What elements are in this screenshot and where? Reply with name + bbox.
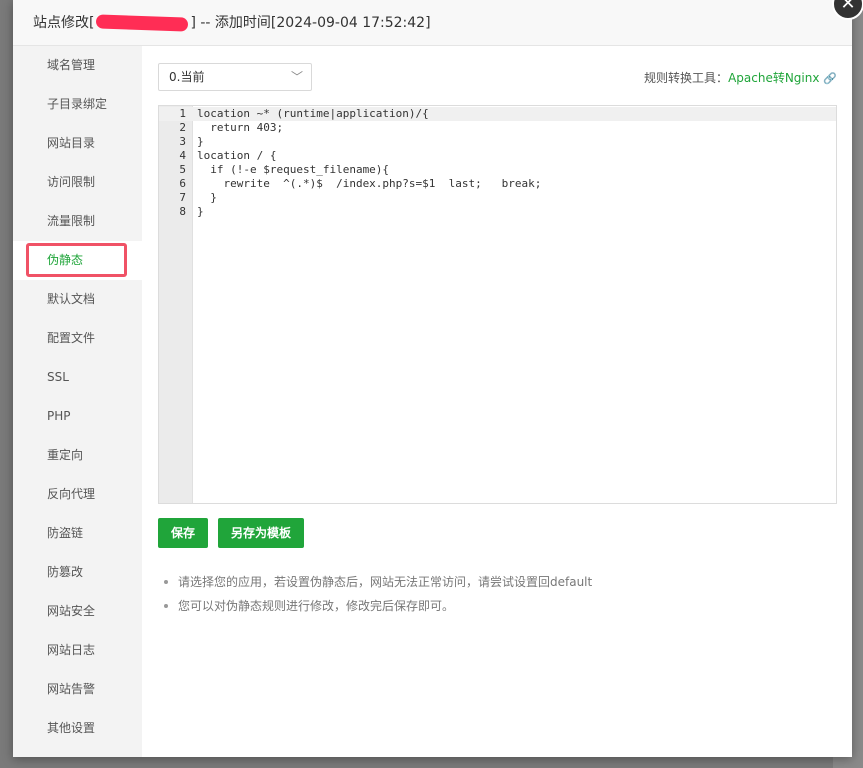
line-number: 1 xyxy=(179,107,186,120)
code-line: 2 return 403; xyxy=(159,121,836,135)
line-number: 7 xyxy=(179,191,186,204)
sidebar-item[interactable]: 子目录绑定 xyxy=(13,85,142,124)
dialog-title-prefix: 站点修改[ xyxy=(33,15,95,31)
sidebar-item[interactable]: 防篡改 xyxy=(13,553,142,592)
code-text: location / { xyxy=(197,149,277,162)
sidebar-item[interactable]: SSL xyxy=(13,358,142,397)
code-line: 5 if (!-e $request_filename){ xyxy=(159,163,836,177)
sidebar-item[interactable]: 域名管理 xyxy=(13,46,142,85)
rewrite-panel: 0.当前 ﹀ 规则转换工具：Apache转Nginx 🔗 1 location ~… xyxy=(158,46,837,757)
sidebar-item[interactable]: 网站目录 xyxy=(13,124,142,163)
site-edit-dialog: 站点修改[] -- 添加时间[2024-09-04 17:52:42] ✕ 域名… xyxy=(13,0,863,757)
link-icon: 🔗 xyxy=(823,72,837,85)
sidebar-item[interactable]: 重定向 xyxy=(13,436,142,475)
tip-item: 您可以对伪静态规则进行修改，修改完后保存即可。 xyxy=(164,594,592,618)
line-number: 5 xyxy=(179,163,186,176)
code-text: location ~* (runtime|application)/{ xyxy=(197,107,429,120)
sidebar-item[interactable]: 网站告警 xyxy=(13,670,142,709)
line-number: 8 xyxy=(179,205,186,218)
code-editor[interactable]: 1 location ~* (runtime|application)/{2 re… xyxy=(158,105,837,504)
sidebar-item[interactable]: PHP xyxy=(13,397,142,436)
line-number: 4 xyxy=(179,149,186,162)
redacted-domain xyxy=(96,14,189,32)
dialog-title-suffix: ] -- 添加时间[2024-09-04 17:52:42] xyxy=(190,15,431,31)
code-line: 3} xyxy=(159,135,836,149)
tool-label: 规则转换工具： xyxy=(644,71,729,85)
sidebar-item[interactable]: 伪静态 xyxy=(13,241,142,280)
code-line: 7 } xyxy=(159,191,836,205)
line-number: 3 xyxy=(179,135,186,148)
tips-list: 请选择您的应用，若设置伪静态后，网站无法正常访问，请尝试设置回default 您可… xyxy=(164,570,592,618)
line-number: 6 xyxy=(179,177,186,190)
rewrite-template-value: 0.当前 xyxy=(169,70,205,84)
save-button[interactable]: 保存 xyxy=(158,518,208,548)
settings-sidebar: 域名管理 子目录绑定 网站目录 访问限制 流量限制 伪静态 默认文档 配置文件 SSL PHP 重定… xyxy=(13,46,142,757)
chevron-down-icon: ﹀ xyxy=(290,70,303,84)
code-line: 8} xyxy=(159,205,836,219)
code-text: } xyxy=(197,191,217,204)
sidebar-item[interactable]: 网站安全 xyxy=(13,592,142,631)
code-text: rewrite ^(.*)$ /index.php?s=$1 last; bre… xyxy=(197,177,542,190)
sidebar-item[interactable]: 配置文件 xyxy=(13,319,142,358)
code-text: if (!-e $request_filename){ xyxy=(197,163,390,176)
code-line: 6 rewrite ^(.*)$ /index.php?s=$1 last; b… xyxy=(159,177,836,191)
apache-to-nginx-link[interactable]: Apache转Nginx xyxy=(728,71,819,85)
code-text: return 403; xyxy=(197,121,284,134)
sidebar-item[interactable]: 防盗链 xyxy=(13,514,142,553)
dialog-title: 站点修改[ ] -- 添加时间[2024-09-04 17:52:42] xyxy=(13,0,852,46)
sidebar-item[interactable]: 默认文档 xyxy=(13,280,142,319)
line-number: 2 xyxy=(179,121,186,134)
code-text: } xyxy=(197,205,204,218)
tip-item: 请选择您的应用，若设置伪静态后，网站无法正常访问，请尝试设置回default xyxy=(164,570,592,594)
save-as-template-button[interactable]: 另存为模板 xyxy=(218,518,304,548)
code-text: } xyxy=(197,135,204,148)
sidebar-item[interactable]: 访问限制 xyxy=(13,163,142,202)
rule-conversion-tool: 规则转换工具：Apache转Nginx 🔗 xyxy=(644,69,837,86)
sidebar-item[interactable]: 流量限制 xyxy=(13,202,142,241)
sidebar-item[interactable]: 反向代理 xyxy=(13,475,142,514)
rewrite-template-select[interactable]: 0.当前 ﹀ xyxy=(158,63,312,91)
code-line: 1 location ~* (runtime|application)/{ xyxy=(159,107,836,121)
sidebar-item[interactable]: 网站日志 xyxy=(13,631,142,670)
sidebar-item[interactable]: 其他设置 xyxy=(13,709,142,748)
code-line: 4 location / { xyxy=(159,149,836,163)
